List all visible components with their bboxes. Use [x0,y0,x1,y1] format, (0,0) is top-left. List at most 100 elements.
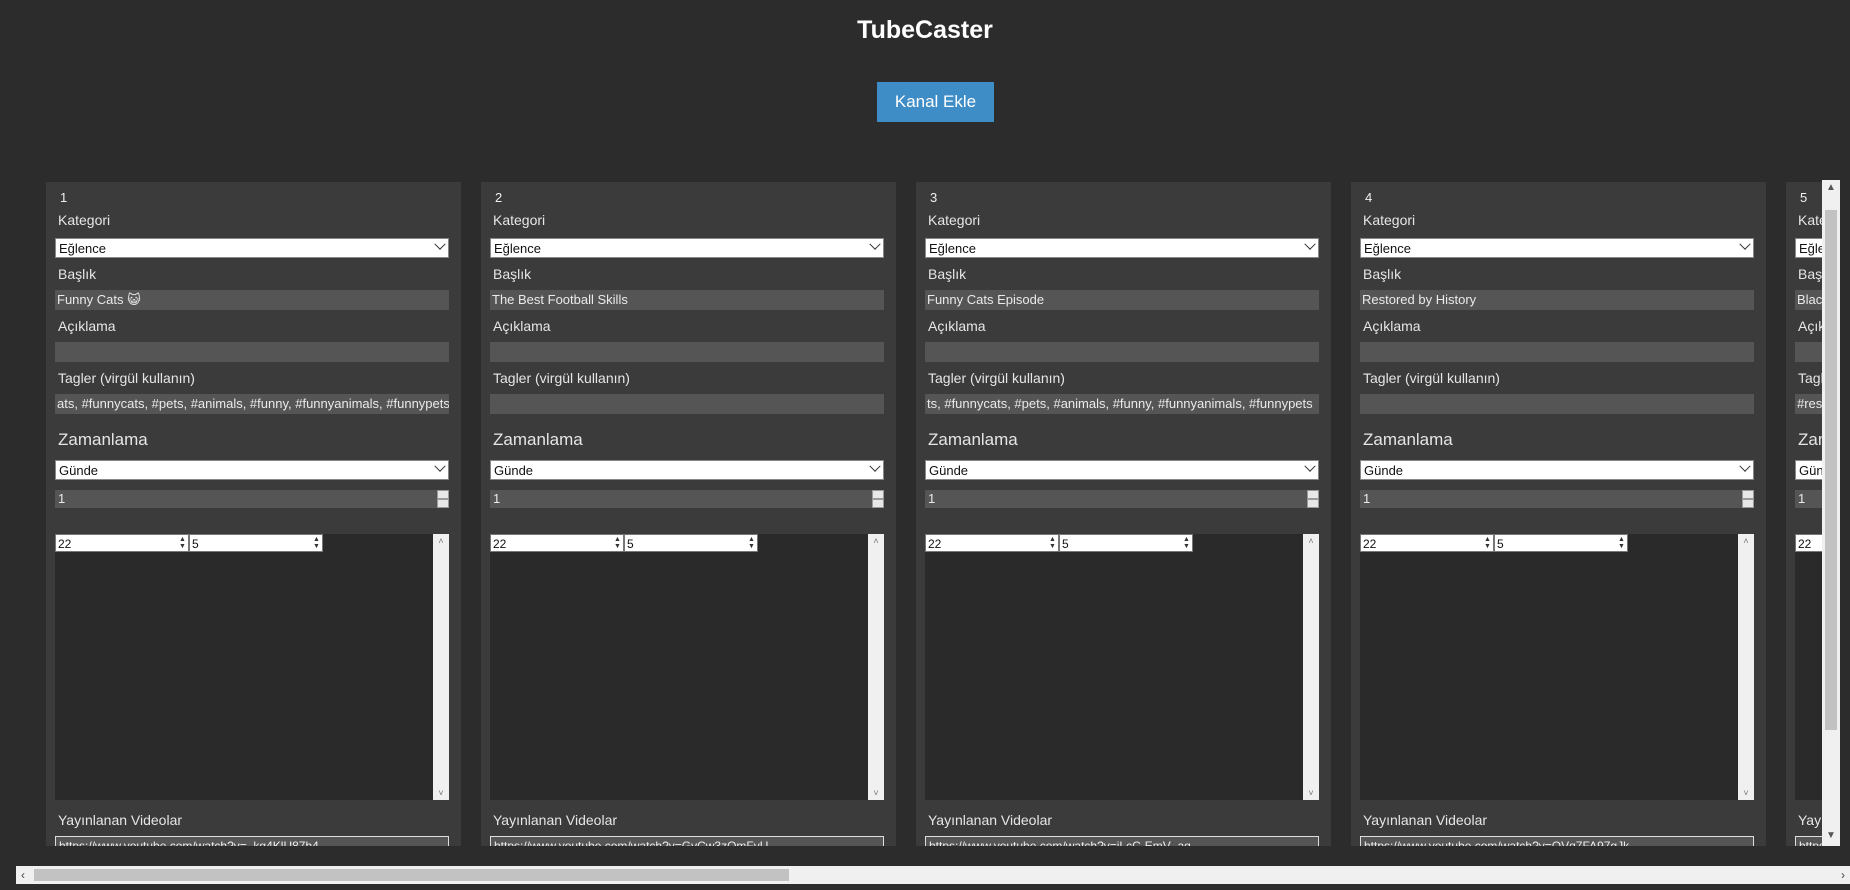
schedule-select[interactable]: Günde [1795,460,1822,480]
minute-input[interactable]: 5 ▲ ▼ [189,534,323,552]
spin-arrows-icon[interactable]: ▲ ▼ [1617,536,1626,550]
schedule-times-list[interactable]: 22 ▲ ▼ 5 ▲ ▼ ˄ ˅ [55,534,449,800]
category-select[interactable]: Eğlence [490,238,884,258]
schedule-select[interactable]: Günde [1360,460,1754,480]
published-video-link[interactable]: https://www.youtube.com/watch?v=iLcC-EmV… [925,836,1319,846]
frequency-stepper[interactable]: 1 [1360,490,1754,508]
add-channel-button[interactable]: Kanal Ekle [877,82,994,122]
spin-arrows-icon[interactable]: ▲ ▼ [178,536,187,550]
stepper-buttons[interactable] [1307,490,1319,508]
times-scrollbar[interactable]: ˄ ˅ [433,534,449,800]
category-select[interactable]: Eğlence [1795,238,1822,258]
schedule-value: Günde [1364,463,1404,478]
schedule-times-list[interactable]: 22 ▲▼ ▲▼ ˄ ˅ [1795,534,1822,800]
title-input[interactable]: Restored by History [1360,290,1754,310]
times-scrollbar[interactable]: ˄ ˅ [1738,534,1754,800]
tags-input[interactable] [490,394,884,414]
scroll-up-arrow-icon[interactable]: ▲ [1822,182,1840,196]
spin-arrows-icon[interactable]: ▲ ▼ [613,536,622,550]
stepper-up-button[interactable] [437,490,449,499]
description-input[interactable] [925,342,1319,362]
channel-panels-viewport[interactable]: 1 Kategori Eğlence Başlık Funny Cats 😺 A… [0,180,1822,846]
title-input[interactable]: Funny Cats Episode [925,290,1319,310]
schedule-select[interactable]: Günde [925,460,1319,480]
tags-input[interactable]: #res [1795,394,1822,414]
hour-input[interactable]: 22 ▲▼ [1795,534,1822,552]
scroll-down-arrow-icon[interactable]: ▼ [1822,830,1840,844]
spin-arrows-icon[interactable]: ▲ ▼ [312,536,321,550]
stepper-buttons[interactable] [1742,490,1754,508]
title-input[interactable]: The Best Football Skills [490,290,884,310]
description-input[interactable] [55,342,449,362]
schedule-times-list[interactable]: 22 ▲ ▼ 5 ▲ ▼ ˄ ˅ [490,534,884,800]
stepper-down-button[interactable] [437,499,449,508]
tags-input[interactable]: ts, #funnycats, #pets, #animals, #funny,… [925,394,1319,414]
scroll-up-arrow-icon[interactable]: ˄ [868,534,884,548]
scroll-up-arrow-icon[interactable]: ˄ [1738,534,1754,548]
category-select[interactable]: Eğlence [925,238,1319,258]
tags-input[interactable]: ats, #funnycats, #pets, #animals, #funny… [55,394,449,414]
title-input[interactable]: Black [1795,290,1822,310]
hour-input[interactable]: 22 ▲▼ [490,534,624,552]
tags-label: Tagler (virgül kullanın) [1798,370,1822,386]
tags-input[interactable] [1360,394,1754,414]
spin-arrows-icon[interactable]: ▲ ▼ [1483,536,1492,550]
stepper-buttons[interactable] [872,490,884,508]
published-video-link[interactable]: https://www.youtube.com/watch?v=_kg4KlU8… [55,836,449,846]
minute-input[interactable]: 5 ▲ ▼ [1059,534,1193,552]
description-input[interactable] [1795,342,1822,362]
scroll-down-arrow-icon[interactable]: ˅ [868,786,884,800]
schedule-value: Günde [929,463,969,478]
hour-input[interactable]: 22 ▲▼ [925,534,1059,552]
scroll-thumb[interactable] [34,869,789,881]
scroll-left-arrow-icon[interactable]: ‹ [16,866,30,884]
hour-input[interactable]: 22 ▲▼ [55,534,189,552]
panels-horizontal-scrollbar[interactable]: ‹ › [16,866,1850,884]
scroll-down-arrow-icon[interactable]: ˅ [1738,786,1754,800]
stepper-buttons[interactable] [437,490,449,508]
title-label: Başlık [493,266,532,282]
stepper-up-button[interactable] [872,490,884,499]
spin-arrows-icon[interactable]: ▲ ▼ [1182,536,1191,550]
title-input[interactable]: Funny Cats 😺 [55,290,449,310]
times-scrollbar[interactable]: ˄ ˅ [868,534,884,800]
hour-input[interactable]: 22 ▲▼ [1360,534,1494,552]
schedule-times-list[interactable]: 22 ▲ ▼ 5 ▲ ▼ ˄ ˅ [925,534,1319,800]
scroll-up-arrow-icon[interactable]: ˄ [1303,534,1319,548]
stepper-down-button[interactable] [1742,499,1754,508]
category-select[interactable]: Eğlence [55,238,449,258]
scroll-thumb[interactable] [1825,210,1837,730]
chevron-down-icon [1739,461,1751,472]
minute-input[interactable]: 5 ▲ ▼ [1494,534,1628,552]
tags-label: Tagler (virgül kullanın) [1363,370,1500,386]
stepper-down-button[interactable] [872,499,884,508]
times-scrollbar[interactable]: ˄ ˅ [1303,534,1319,800]
schedule-select[interactable]: Günde [490,460,884,480]
published-video-link[interactable]: https://www.youtube.com/watch?v=QVq7FA97… [1360,836,1754,846]
stepper-up-button[interactable] [1742,490,1754,499]
minute-input[interactable]: 5 ▲ ▼ [624,534,758,552]
scroll-up-arrow-icon[interactable]: ˄ [433,534,449,548]
scroll-right-arrow-icon[interactable]: › [1836,866,1850,884]
spin-arrows-icon[interactable]: ▲ ▼ [747,536,756,550]
category-select[interactable]: Eğlence [1360,238,1754,258]
frequency-value: 1 [928,491,936,506]
scroll-down-arrow-icon[interactable]: ˅ [1303,786,1319,800]
panel-number: 5 [1800,190,1808,205]
stepper-up-button[interactable] [1307,490,1319,499]
stepper-down-button[interactable] [1307,499,1319,508]
schedule-times-list[interactable]: 22 ▲ ▼ 5 ▲ ▼ ˄ ˅ [1360,534,1754,800]
panels-vertical-scrollbar[interactable]: ▲ ▼ [1822,180,1840,846]
frequency-stepper[interactable]: 1 [490,490,884,508]
frequency-stepper[interactable]: 1 [55,490,449,508]
frequency-stepper[interactable]: 1 [1795,490,1822,508]
scroll-down-arrow-icon[interactable]: ˅ [433,786,449,800]
description-input[interactable] [1360,342,1754,362]
description-input[interactable] [490,342,884,362]
title-label: Başlık [1798,266,1822,282]
spin-arrows-icon[interactable]: ▲ ▼ [1048,536,1057,550]
schedule-select[interactable]: Günde [55,460,449,480]
published-video-link[interactable]: https [1795,836,1822,846]
frequency-stepper[interactable]: 1 [925,490,1319,508]
published-video-link[interactable]: https://www.youtube.com/watch?v=GvCw3zQm… [490,836,884,846]
